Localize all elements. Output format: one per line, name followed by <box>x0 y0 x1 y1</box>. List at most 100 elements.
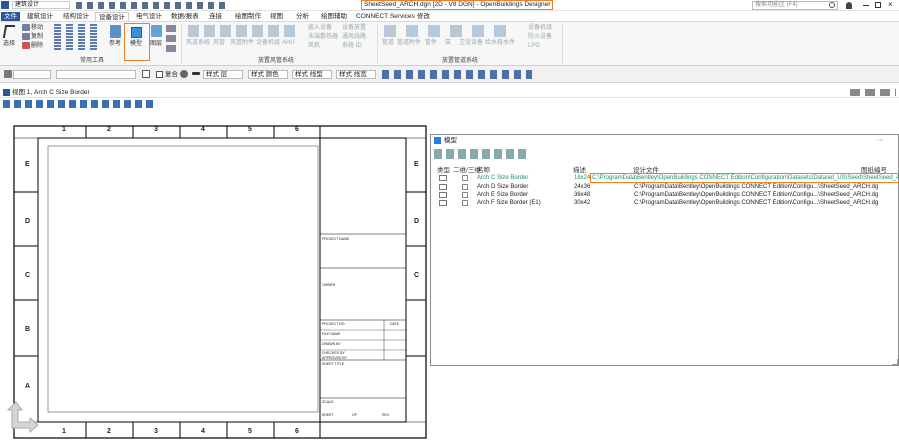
col-sheet-number[interactable]: 图纸编号 <box>861 164 887 174</box>
model-2d-checkbox <box>462 200 468 206</box>
move-icon[interactable] <box>22 24 30 31</box>
pipe-small-0[interactable]: 设备机组 <box>528 25 552 32</box>
tb-sheet-title: SHEET TITLE <box>322 362 345 366</box>
model-name: Arch C Size Border <box>477 175 529 181</box>
tab-electrical[interactable]: 电气设计 <box>133 12 165 21</box>
pipe-small-1[interactable]: 防火设备 <box>528 34 552 41</box>
pipe-item-0[interactable]: 管道 <box>382 40 394 47</box>
linestyle-weight-combo[interactable]: 样式 线宽 <box>336 70 376 79</box>
hvac-item-3[interactable]: 设备机组 <box>256 40 280 47</box>
col-number: 6 <box>295 126 299 133</box>
tab-analysis[interactable]: 分析 <box>293 12 312 21</box>
col-number: 2 <box>107 126 111 133</box>
tab-architecture[interactable]: 建筑设计 <box>24 12 56 21</box>
select-label[interactable]: 选择 <box>3 41 15 48</box>
linestyle-color-label: 样式 颜色 <box>251 71 279 78</box>
tb-checked: CHECKED BY <box>322 351 345 355</box>
copy-button[interactable]: 复制 <box>31 34 43 41</box>
col-name[interactable]: 名称 <box>477 164 490 174</box>
search-icon[interactable] <box>829 2 835 8</box>
maximize-button[interactable] <box>875 2 881 8</box>
tab-data-reports[interactable]: 数据/报表 <box>168 12 202 21</box>
quick-menu[interactable]: 建筑设计 <box>12 1 70 9</box>
tab-drawing-aids[interactable]: 绘图辅助 <box>318 12 350 21</box>
tab-connect[interactable]: 连接 <box>206 12 225 21</box>
document-title: SheetSeed_ARCH.dgn [2D - V8 DGN] - OpenB… <box>360 0 554 10</box>
view-icon <box>3 89 10 96</box>
color-combo[interactable] <box>56 70 136 79</box>
col-design-file[interactable]: 设计文件 <box>633 164 659 174</box>
search-input[interactable]: 搜索功能区 (F4) <box>752 1 838 10</box>
layers-button[interactable]: 图层 <box>150 41 162 48</box>
hvac-small-0[interactable]: 设备放置 <box>342 25 366 32</box>
hvac-item-7[interactable]: 风机 <box>308 43 320 50</box>
resize-grip[interactable] <box>892 359 898 365</box>
hvac-item-5[interactable]: 嵌入设备 <box>308 25 332 32</box>
pipe-item-4[interactable]: 卫浴设备 <box>459 40 483 47</box>
pipe-small-2[interactable]: LPG <box>528 43 540 50</box>
layers-icon[interactable] <box>151 25 162 37</box>
tab-modify[interactable]: 修改 <box>414 12 433 21</box>
tab-view[interactable]: 视图 <box>267 12 286 21</box>
copy-attr-icon[interactable] <box>142 70 150 78</box>
complex-checkbox[interactable] <box>156 71 163 78</box>
settings-icon[interactable] <box>180 70 188 78</box>
group-hvac: 放置风管系统 <box>258 58 295 64</box>
table-row[interactable]: Arch E Size Border 36x48 C:\ProgramData\… <box>431 191 899 199</box>
copy-icon[interactable] <box>22 33 30 40</box>
hvac-item-4[interactable]: AHU <box>282 40 295 47</box>
close-button[interactable]: × <box>888 0 893 9</box>
reference-button[interactable]: 参考 <box>109 41 121 48</box>
hvac-item-6[interactable]: 末端散热器 <box>308 34 338 41</box>
delete-icon[interactable] <box>22 42 30 49</box>
pipe-item-5[interactable]: 给水排水件 <box>485 40 515 47</box>
app-icon[interactable] <box>1 1 9 9</box>
tab-structure[interactable]: 结构设计 <box>60 12 92 21</box>
move-button[interactable]: 移动 <box>31 25 43 32</box>
hvac-small-2[interactable]: 系统 ID <box>342 43 362 50</box>
linestyle-type-combo[interactable]: 样式 线型 <box>292 70 332 79</box>
models-toolbar-icons[interactable] <box>434 149 526 159</box>
table-row[interactable]: Arch C Size Border 18x24 C:\ProgramData\… <box>431 173 899 183</box>
model-design-file: C:\ProgramData\Bentley\OpenBuildings CON… <box>634 192 879 198</box>
hvac-item-2[interactable]: 风管附件 <box>230 40 254 47</box>
pipe-item-3[interactable]: 泵 <box>445 40 451 47</box>
level-combo[interactable] <box>13 70 51 79</box>
tab-drawing-production[interactable]: 绘图制作 <box>232 12 264 21</box>
view-rotation-icon[interactable] <box>4 400 38 434</box>
linestyle-icon[interactable] <box>192 72 200 75</box>
minimize-button[interactable] <box>863 5 869 6</box>
view-window-buttons[interactable] <box>850 89 896 96</box>
hvac-small-1[interactable]: 通风线路 <box>342 34 366 41</box>
table-row[interactable]: Arch D Size Border 24x36 C:\ProgramData\… <box>431 183 899 191</box>
model-design-file: C:\ProgramData\Bentley\OpenBuildings CON… <box>590 173 899 183</box>
pipe-item-2[interactable]: 管件 <box>425 40 437 47</box>
models-button[interactable]: 模型 <box>124 23 150 61</box>
view-tool-icons[interactable] <box>3 100 153 108</box>
col-number: 5 <box>248 428 252 435</box>
linestyle-level-combo[interactable]: 样式 层 <box>203 70 243 79</box>
pipe-item-1[interactable]: 管道附件 <box>397 40 421 47</box>
pen-icon[interactable] <box>4 70 12 78</box>
models-dialog-menu[interactable]: ⋯ <box>877 136 884 144</box>
hvac-item-0[interactable]: 风道系统 <box>186 40 210 47</box>
table-row[interactable]: Arch F Size Border (E1) 30x42 C:\Program… <box>431 199 899 207</box>
group-piping: 放置管道系统 <box>442 58 479 64</box>
tab-file[interactable]: 文件 <box>1 12 20 21</box>
col-description[interactable]: 描述 <box>573 164 586 174</box>
tb-sheet: SHEET <box>322 413 334 417</box>
draw-tools-icons[interactable] <box>54 24 100 50</box>
quick-access-icons[interactable] <box>76 2 226 9</box>
reference-icon[interactable] <box>110 25 121 38</box>
delete-button[interactable]: 删除 <box>31 43 43 50</box>
user-icon[interactable] <box>846 2 852 9</box>
tab-connect-services[interactable]: CONNECT Services <box>353 12 418 21</box>
linestyle-color-combo[interactable]: 样式 颜色 <box>248 70 288 79</box>
model-name: Arch D Size Border <box>477 184 529 190</box>
tab-mechanical[interactable]: 设备设计 <box>95 12 129 21</box>
hvac-item-1[interactable]: 风管 <box>213 40 225 47</box>
snap-tools-icons[interactable] <box>382 70 532 79</box>
attribute-icons[interactable] <box>166 24 176 52</box>
col-type[interactable]: 类型 <box>437 164 450 174</box>
row-letter: C <box>25 272 31 279</box>
